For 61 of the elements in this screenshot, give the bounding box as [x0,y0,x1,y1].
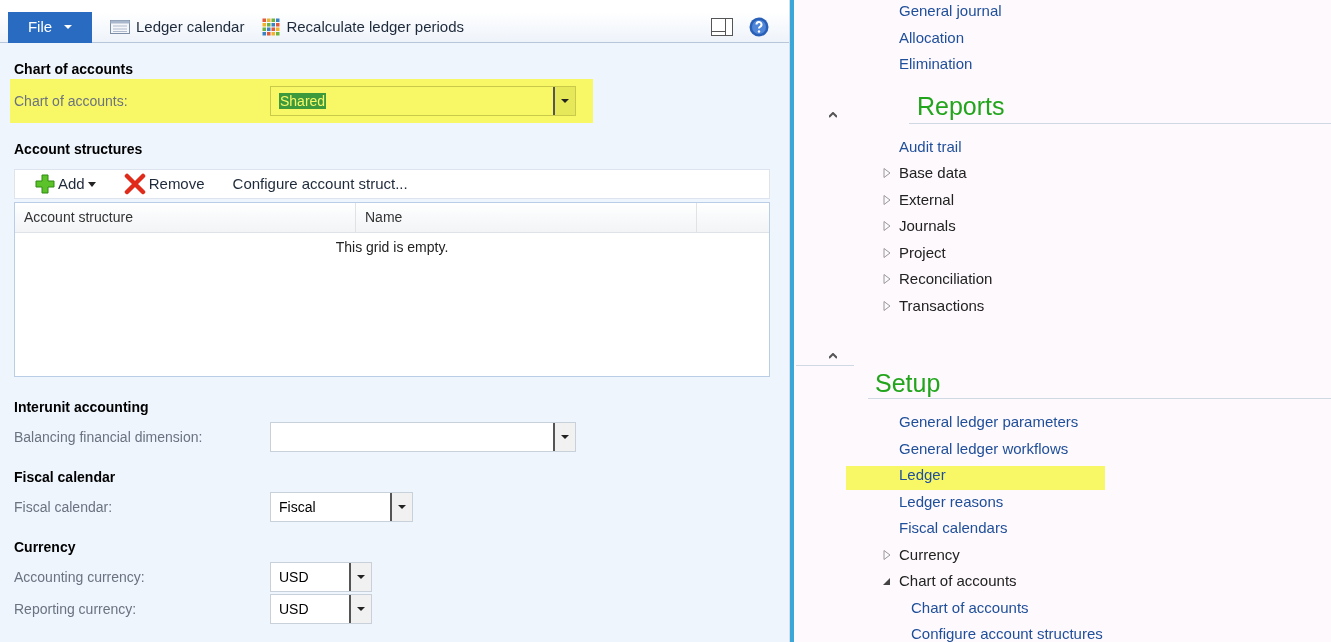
caret-icon [64,25,73,29]
empty-grid-message: This grid is empty. [335,238,449,257]
nav-folder[interactable]: External [899,188,955,211]
nav-link[interactable]: Ledger [899,464,946,487]
nav-link[interactable]: Chart of accounts [911,596,1029,619]
plus-icon [35,174,55,194]
section-heading: Interunit accounting [14,397,150,417]
dropdown-field[interactable]: Fiscal [270,492,413,522]
field-label: Chart of accounts: [14,91,129,111]
file-button[interactable]: File [8,11,92,43]
collapse-button[interactable] [829,111,837,118]
dropdown-field[interactable] [270,422,576,452]
caret-icon [357,607,365,611]
dropdown-field[interactable]: USD [270,594,372,624]
caret-icon [87,181,96,187]
toolbar-button[interactable]: Recalculate ledger periods [262,15,465,39]
calendar-icon [110,19,130,35]
nav-link[interactable]: Audit trail [899,135,962,158]
field-label: Accounting currency: [14,567,146,587]
nav-folder[interactable]: Base data [899,162,967,185]
nav-link[interactable]: Ledger reasons [899,490,1004,513]
nav-folder[interactable]: Journals [899,215,956,238]
nav-link[interactable]: Configure account structures [911,623,1103,642]
section-title: Setup [868,368,1331,399]
layout-icon [711,18,733,36]
caret-icon [398,505,406,509]
nav-folder[interactable]: Transactions [899,294,985,317]
delete-icon [123,173,146,195]
caret-icon [561,435,569,439]
nav-link[interactable]: General ledger parameters [899,411,1079,434]
section-title: Reports [909,88,1331,124]
field-label: Balancing financial dimension: [14,427,204,447]
nav-folder[interactable]: Chart of accounts [899,570,1017,593]
column-header[interactable]: Name [356,203,697,232]
dropdown-field[interactable]: USD [270,562,372,592]
section-heading: Account structures [14,139,144,159]
caret-icon [561,99,569,103]
help-icon [749,17,769,37]
nav-folder[interactable]: Reconciliation [899,268,993,291]
panel-toggle-button[interactable] [711,18,733,36]
toolbar-button[interactable]: Remove [123,172,205,196]
field-label: Fiscal calendar: [14,497,114,517]
section-heading: Chart of accounts [14,59,134,79]
nav-link[interactable]: Allocation [899,26,965,49]
caret-icon [357,575,365,579]
section-heading: Currency [14,537,77,557]
toolbar-button[interactable]: Configure account struct... [232,172,408,196]
toolbar-button[interactable]: Add [35,172,96,196]
nav-link[interactable]: General journal [899,0,1002,23]
nav-link[interactable]: Fiscal calendars [899,517,1008,540]
section-heading: Fiscal calendar [14,467,117,487]
nav-link[interactable]: General ledger workflows [899,437,1069,460]
column-header[interactable]: Account structure [15,203,356,232]
help-button[interactable] [749,17,769,37]
grid-icon [262,18,281,36]
nav-folder[interactable]: Project [899,241,946,264]
toolbar-button[interactable]: Ledger calendar [110,15,245,39]
field-label: Reporting currency: [14,599,138,619]
nav-link[interactable]: Elimination [899,53,973,76]
nav-folder[interactable]: Currency [899,543,960,566]
collapse-button[interactable] [829,353,837,359]
